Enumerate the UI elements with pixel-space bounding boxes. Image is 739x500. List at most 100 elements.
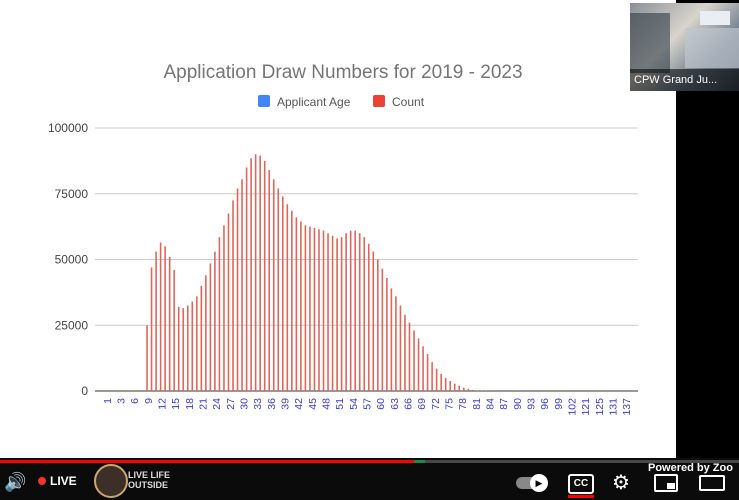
bar	[309, 226, 311, 391]
bar	[177, 306, 180, 391]
bar	[444, 377, 447, 391]
video-scene	[700, 11, 730, 25]
progress-bar[interactable]	[0, 460, 739, 463]
x-tick-label: 15	[170, 398, 182, 410]
bar	[173, 270, 175, 391]
volume-icon[interactable]: 🔊	[4, 472, 26, 493]
gear-icon[interactable]: ⚙	[612, 470, 630, 495]
x-tick-label: 81	[471, 398, 483, 410]
chart: Application Draw Numbers for 2019 - 2023…	[48, 62, 638, 416]
x-tick-label: 75	[444, 398, 456, 410]
bar	[227, 213, 230, 391]
bar	[395, 296, 397, 391]
bar	[168, 256, 171, 391]
bar	[372, 251, 375, 391]
bar	[327, 233, 329, 391]
bar	[209, 263, 212, 391]
chart-bars	[146, 154, 501, 391]
x-tick-label: 96	[539, 398, 551, 410]
bar	[286, 204, 289, 391]
y-tick-label: 75000	[55, 187, 89, 201]
bar	[399, 305, 402, 391]
x-tick-label: 18	[184, 398, 196, 410]
x-tick-label: 42	[293, 398, 305, 410]
bar	[458, 385, 461, 391]
x-tick-label: 66	[403, 398, 415, 410]
bar	[322, 230, 325, 391]
bar	[218, 237, 221, 391]
x-tick-label: 9	[143, 398, 155, 404]
live-label: LIVE	[50, 474, 77, 488]
bar	[259, 155, 261, 391]
miniplayer-icon[interactable]	[654, 474, 678, 492]
bar	[440, 373, 442, 391]
x-tick-label: 30	[239, 398, 251, 410]
x-tick-label: 137	[621, 398, 633, 416]
bar	[472, 389, 474, 391]
x-tick-label: 57	[362, 398, 374, 410]
bar	[449, 381, 452, 391]
legend-label: Applicant Age	[277, 95, 351, 109]
x-tick-label: 54	[348, 398, 360, 410]
bar	[182, 308, 185, 391]
x-tick-label: 24	[211, 398, 223, 410]
x-tick-label: 69	[416, 398, 428, 410]
captions-button[interactable]: CC	[568, 474, 594, 494]
bar	[295, 217, 298, 391]
chart-title: Application Draw Numbers for 2019 - 2023	[163, 62, 522, 83]
bar	[223, 225, 225, 391]
bar	[413, 330, 415, 391]
autoplay-play-icon: ▶	[530, 474, 548, 492]
bar	[150, 267, 153, 391]
bar	[313, 227, 316, 391]
x-tick-label: 93	[526, 398, 538, 410]
theater-mode-icon[interactable]	[699, 475, 725, 491]
x-tick-label: 21	[198, 398, 210, 410]
bar	[404, 314, 406, 391]
bar	[377, 259, 379, 391]
bar	[476, 390, 479, 391]
bar	[431, 362, 433, 391]
tagline-line-1: LIVE LIFE	[128, 470, 171, 480]
miniplayer-inner	[667, 483, 675, 489]
x-tick-label: 87	[498, 398, 510, 410]
progress-buffered	[413, 460, 425, 463]
bar	[250, 158, 252, 391]
bar	[241, 179, 243, 391]
x-tick-label: 12	[157, 398, 169, 410]
y-axis-ticks: 0 25000 50000 75000 100000	[48, 121, 88, 398]
bar	[422, 346, 424, 391]
bar	[367, 243, 370, 391]
bar	[200, 285, 203, 391]
y-tick-label: 50000	[55, 253, 89, 267]
x-tick-label: 99	[553, 398, 565, 410]
x-tick-label: 121	[580, 398, 592, 416]
x-axis-ticks: 1 3 6 9 12 15 18 21 24 27 30 33 36 39 42 45 48 51 54 57 60 63…	[102, 398, 633, 416]
bar	[340, 237, 343, 391]
bar	[336, 238, 338, 391]
bar	[381, 268, 384, 391]
bar	[245, 167, 248, 391]
bar	[358, 233, 361, 391]
x-tick-label: 131	[608, 398, 620, 416]
x-tick-label: 84	[485, 398, 497, 410]
legend-label: Count	[392, 95, 425, 109]
bar	[467, 388, 470, 391]
bar	[354, 230, 356, 391]
autoplay-toggle[interactable]: ▶	[516, 474, 548, 492]
x-tick-label: 39	[280, 398, 292, 410]
bar	[304, 225, 307, 391]
participant-video-tile[interactable]: CPW Grand Ju...	[630, 3, 739, 91]
live-badge[interactable]: LIVE	[38, 474, 77, 488]
bar	[345, 233, 347, 391]
legend-swatch	[373, 95, 385, 107]
channel-logo[interactable]	[94, 464, 128, 498]
bar	[390, 288, 393, 391]
bar	[277, 188, 280, 391]
x-tick-label: 33	[252, 398, 264, 410]
bar	[263, 160, 266, 391]
bar	[435, 368, 438, 391]
powered-by-label: Powered by Zoo	[648, 462, 733, 474]
bar	[386, 277, 388, 391]
bar	[191, 301, 194, 391]
